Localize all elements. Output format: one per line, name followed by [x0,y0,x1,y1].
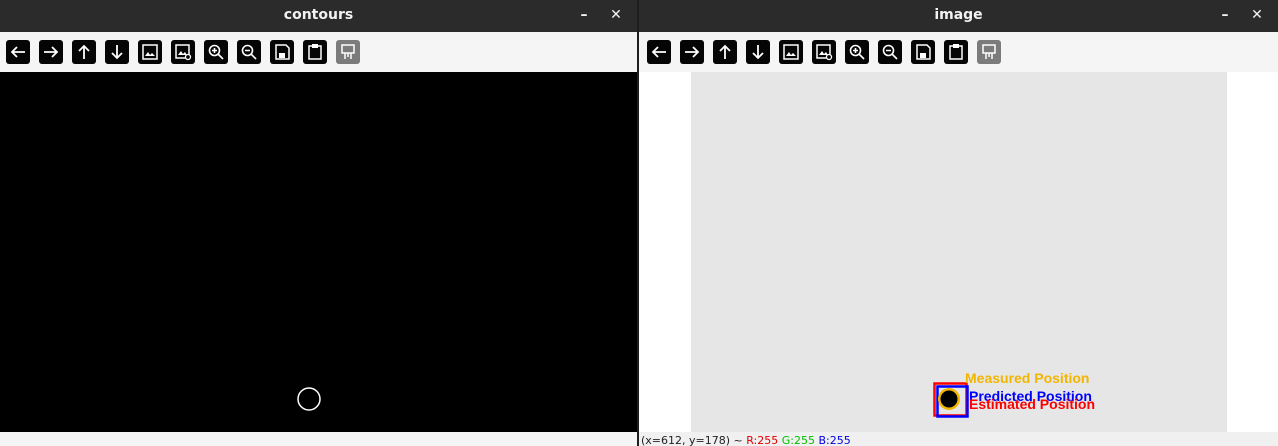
clipboard-icon[interactable] [303,40,327,64]
minimize-button[interactable]: – [1212,0,1238,32]
window-title: image [934,7,983,23]
arrow-down-icon[interactable] [105,40,129,64]
image-icon[interactable] [779,40,803,64]
close-button[interactable]: ✕ [1244,0,1270,32]
contours-image[interactable] [0,72,637,432]
estimated-position-label: Estimated Position [969,396,1096,412]
clipboard-icon[interactable] [944,40,968,64]
cursor-coords: (x=612, y=178) ~ [641,434,743,446]
close-button[interactable]: ✕ [603,0,629,32]
contour-shape [297,387,321,411]
pixel-b-value: B:255 [818,434,851,446]
window-title: contours [283,7,354,23]
status-bar: (x=612, y=178) ~ R:255 G:255 B:255 [639,432,1278,446]
save-icon[interactable] [911,40,935,64]
image-frame: Measured Position Predicted Position Est… [691,72,1227,432]
toolbar [0,32,637,72]
zoom-in-icon[interactable] [845,40,869,64]
zoom-out-icon[interactable] [237,40,261,64]
image-icon[interactable] [138,40,162,64]
contours-window: contours – ✕ [0,0,637,446]
arrow-down-icon[interactable] [746,40,770,64]
zoom-in-icon[interactable] [204,40,228,64]
pixel-g-value: G:255 [781,434,815,446]
arrow-left-icon[interactable] [6,40,30,64]
pixel-r-value: R:255 [746,434,779,446]
measured-position-label: Measured Position [965,370,1090,386]
image-window: image – ✕ Measured Position Predicted Po… [639,0,1278,446]
image-settings-icon[interactable] [812,40,836,64]
title-bar: image – ✕ [639,0,1278,32]
title-bar: contours – ✕ [0,0,637,32]
arrow-left-icon[interactable] [647,40,671,64]
arrow-up-icon[interactable] [72,40,96,64]
arrow-right-icon[interactable] [680,40,704,64]
image-settings-icon[interactable] [171,40,195,64]
properties-icon[interactable] [336,40,360,64]
arrow-right-icon[interactable] [39,40,63,64]
save-icon[interactable] [270,40,294,64]
tracking-image[interactable]: Measured Position Predicted Position Est… [639,72,1278,432]
zoom-out-icon[interactable] [878,40,902,64]
arrow-up-icon[interactable] [713,40,737,64]
tracking-markers [933,382,969,418]
minimize-button[interactable]: – [571,0,597,32]
properties-icon[interactable] [977,40,1001,64]
toolbar [639,32,1278,72]
